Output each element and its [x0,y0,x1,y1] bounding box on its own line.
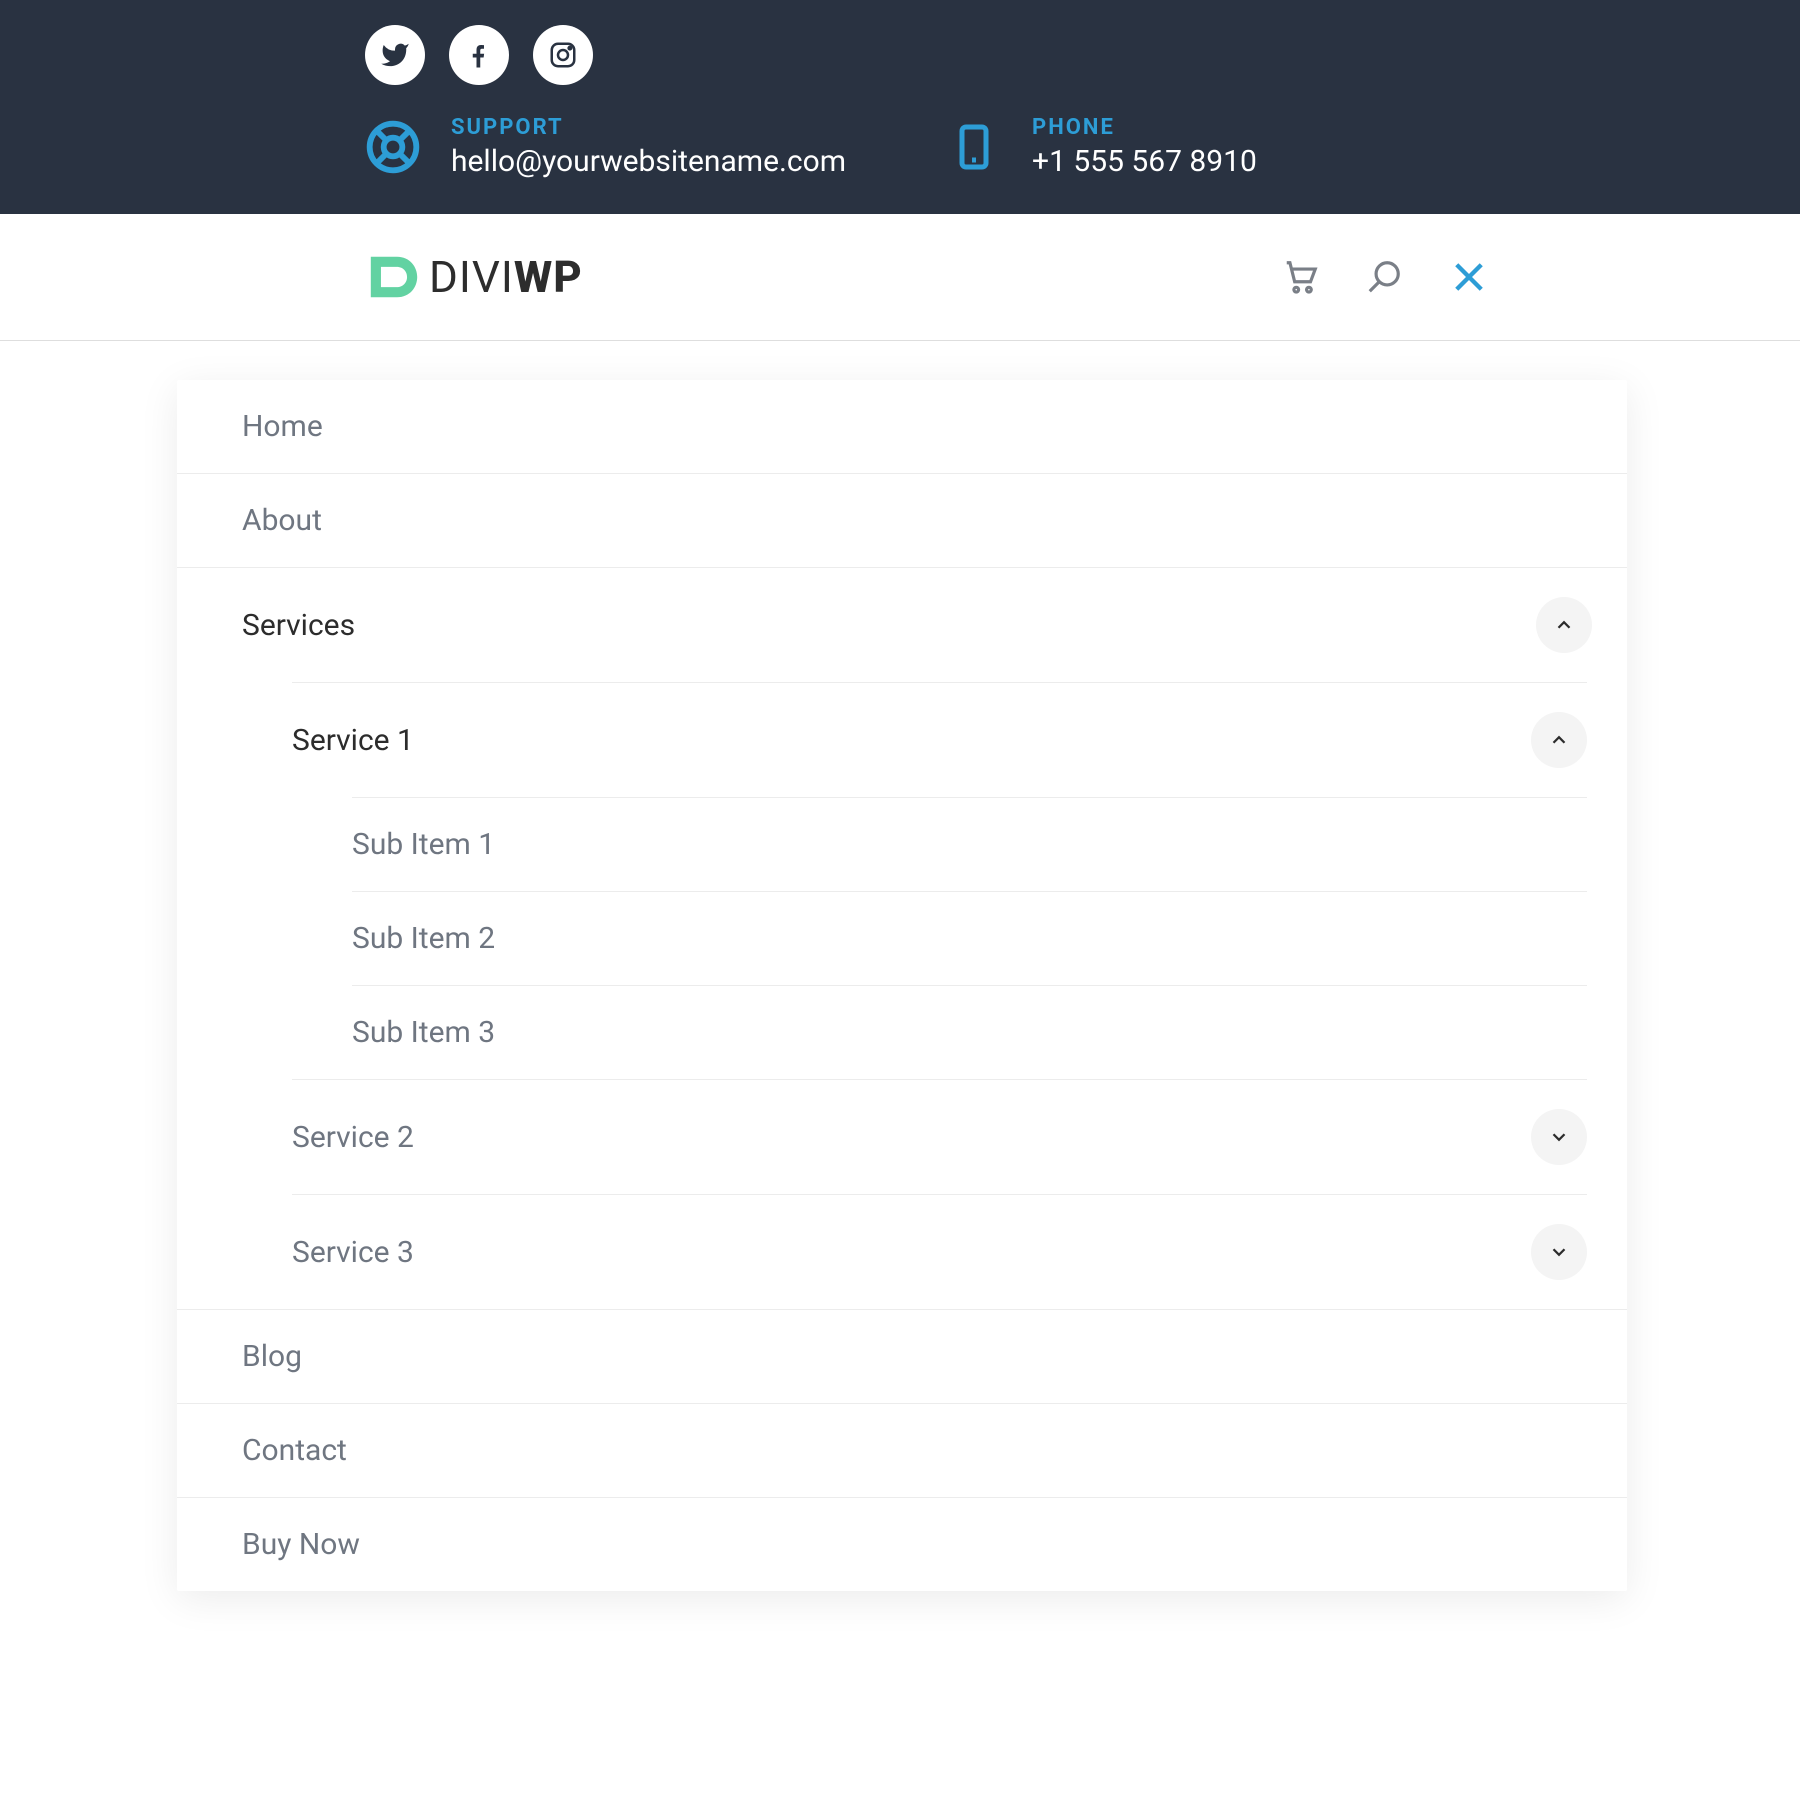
nav-item-service-2[interactable]: Service 2 [292,1079,1587,1194]
nav-label: Sub Item 2 [352,921,495,956]
nav-item-sub-1[interactable]: Sub Item 1 [352,797,1587,891]
expand-toggle[interactable] [1531,1109,1587,1165]
mobile-nav-menu: Home About Services Service 1 [177,380,1627,1591]
phone-icon [946,119,1002,175]
contact-row: SUPPORT hello@yourwebsitename.com PHONE … [190,115,1610,179]
chevron-up-icon [1553,614,1575,636]
nav-item-about[interactable]: About [177,474,1627,568]
nav-item-buy-now[interactable]: Buy Now [177,1498,1627,1591]
chevron-down-icon [1548,1241,1570,1263]
nav-label: Services [242,608,355,643]
logo-text: DIVIWP [429,251,583,303]
logo-mark-icon [365,248,423,306]
nav-label: About [242,503,322,538]
facebook-icon[interactable] [449,25,509,85]
nav-item-home[interactable]: Home [177,380,1627,474]
nav-label: Buy Now [242,1527,360,1562]
phone-value[interactable]: +1 555 567 8910 [1032,144,1257,179]
nav-label: Contact [242,1433,347,1468]
site-logo[interactable]: DIVIWP [365,248,583,306]
nav-label: Service 1 [292,723,414,758]
nav-label: Sub Item 1 [352,827,495,862]
close-icon[interactable] [1448,256,1490,298]
nav-item-service-1[interactable]: Service 1 Sub Item 1 Sub Item 2 [292,682,1587,1079]
nav-item-contact[interactable]: Contact [177,1404,1627,1498]
nav-item-service-3[interactable]: Service 3 [292,1194,1587,1309]
phone-label: PHONE [1032,115,1257,140]
nav-label: Service 3 [292,1235,414,1270]
top-bar: SUPPORT hello@yourwebsitename.com PHONE … [0,0,1800,214]
nav-item-blog[interactable]: Blog [177,1310,1627,1404]
nav-item-sub-2[interactable]: Sub Item 2 [352,891,1587,985]
chevron-down-icon [1548,1126,1570,1148]
twitter-icon[interactable] [365,25,425,85]
cart-icon[interactable] [1282,258,1320,296]
phone-contact: PHONE +1 555 567 8910 [946,115,1257,179]
nav-label: Blog [242,1339,302,1374]
site-header: DIVIWP [0,214,1800,341]
expand-toggle[interactable] [1531,1224,1587,1280]
nav-label: Sub Item 3 [352,1015,495,1050]
support-label: SUPPORT [451,115,846,140]
chevron-up-icon [1548,729,1570,751]
nav-item-sub-3[interactable]: Sub Item 3 [352,985,1587,1079]
instagram-icon[interactable] [533,25,593,85]
nav-item-services[interactable]: Services Service 1 Sub Item 1 [177,568,1627,1310]
lifebuoy-icon [365,119,421,175]
header-actions [1282,256,1490,298]
collapse-toggle[interactable] [1531,712,1587,768]
support-value[interactable]: hello@yourwebsitename.com [451,144,846,179]
nav-label: Service 2 [292,1120,414,1155]
social-icons-row [190,25,1610,85]
nav-label: Home [242,409,323,444]
support-contact: SUPPORT hello@yourwebsitename.com [365,115,846,179]
collapse-toggle[interactable] [1536,597,1592,653]
search-icon[interactable] [1365,258,1403,296]
